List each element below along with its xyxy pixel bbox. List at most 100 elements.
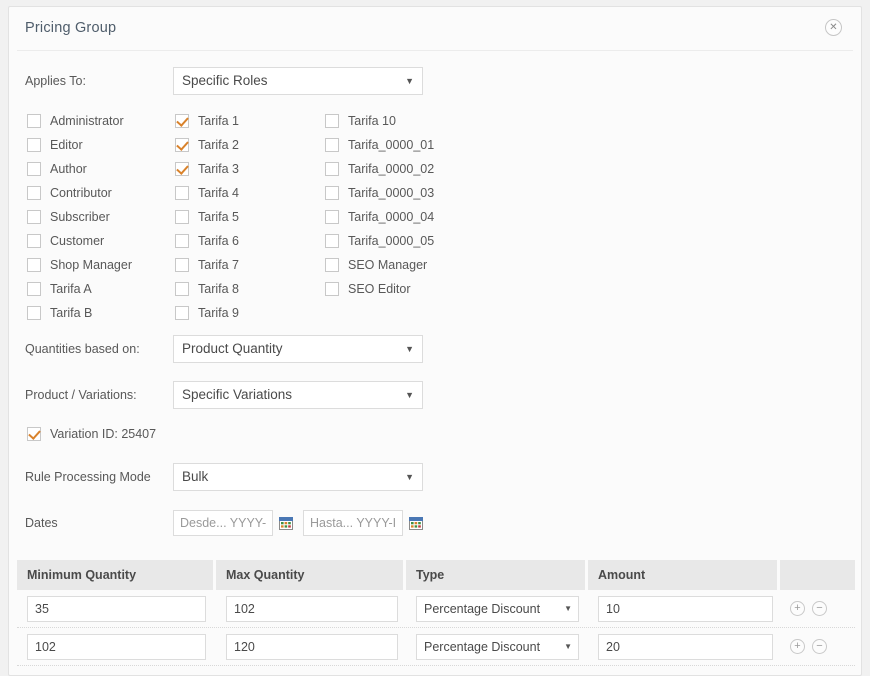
checkbox-icon[interactable] — [325, 162, 339, 176]
cell-amount: 10 — [588, 595, 780, 622]
role-checkbox-item[interactable]: Tarifa 4 — [175, 181, 239, 205]
checkbox-icon[interactable] — [27, 234, 41, 248]
applies-to-value: Specific Roles — [182, 73, 268, 88]
role-checkbox-item[interactable]: Customer — [27, 229, 132, 253]
table-header-row: Minimum Quantity Max Quantity Type Amoun… — [17, 560, 855, 590]
type-select[interactable]: Percentage Discount ▼ — [416, 633, 579, 660]
role-checkbox-item[interactable]: Tarifa 9 — [175, 301, 239, 325]
role-checkbox-item[interactable]: Administrator — [27, 109, 132, 133]
date-from-input[interactable]: Desde... YYYY- — [173, 510, 273, 536]
checkbox-icon[interactable] — [325, 234, 339, 248]
role-checkbox-item[interactable]: Subscriber — [27, 205, 132, 229]
checkbox-icon[interactable] — [27, 282, 41, 296]
role-checkbox-item[interactable]: Tarifa_0000_02 — [325, 157, 434, 181]
variation-id-label: Variation ID: 25407 — [50, 427, 157, 441]
role-label: Tarifa 3 — [198, 162, 239, 176]
role-checkbox-item[interactable]: Author — [27, 157, 132, 181]
min-quantity-input[interactable]: 35 — [27, 595, 206, 622]
checkbox-icon[interactable] — [325, 210, 339, 224]
checkbox-icon[interactable] — [175, 186, 189, 200]
column-header-amount: Amount — [588, 560, 780, 590]
type-select[interactable]: Percentage Discount ▼ — [416, 595, 579, 622]
max-quantity-input[interactable]: 102 — [226, 595, 398, 622]
checkbox-icon[interactable] — [27, 138, 41, 152]
checkbox-icon[interactable] — [175, 234, 189, 248]
checkbox-icon[interactable] — [27, 258, 41, 272]
role-label: Tarifa_0000_03 — [348, 186, 435, 200]
role-checkbox-item[interactable]: Tarifa 2 — [175, 133, 239, 157]
role-checkbox-item[interactable]: Tarifa 6 — [175, 229, 239, 253]
role-checkbox-item[interactable]: Tarifa 10 — [325, 109, 434, 133]
min-quantity-input[interactable]: 102 — [27, 633, 206, 660]
role-checkbox-item[interactable]: Editor — [27, 133, 132, 157]
applies-to-select[interactable]: Specific Roles ▼ — [173, 67, 423, 95]
role-checkbox-item[interactable]: SEO Editor — [325, 277, 434, 301]
dates-fields: Desde... YYYY- Hasta... YYYY-I — [173, 510, 433, 536]
checkbox-icon[interactable] — [325, 282, 339, 296]
page-title: Pricing Group — [25, 20, 117, 36]
role-checkbox-item[interactable]: SEO Manager — [325, 253, 434, 277]
checkbox-icon[interactable] — [325, 186, 339, 200]
column-header-actions — [780, 560, 855, 590]
role-checkbox-item[interactable]: Tarifa_0000_04 — [325, 205, 434, 229]
type-value: Percentage Discount — [424, 639, 541, 654]
cell-max-quantity: 120 — [216, 633, 406, 660]
checkbox-icon[interactable] — [27, 427, 41, 441]
minus-circle-icon[interactable]: − — [812, 601, 827, 616]
date-to-input[interactable]: Hasta... YYYY-I — [303, 510, 403, 536]
role-checkbox-item[interactable]: Tarifa_0000_03 — [325, 181, 434, 205]
checkbox-icon[interactable] — [27, 114, 41, 128]
checkbox-icon[interactable] — [325, 114, 339, 128]
role-label: Tarifa_0000_01 — [348, 138, 435, 152]
role-label: Subscriber — [50, 210, 110, 224]
role-checkbox-item[interactable]: Tarifa B — [27, 301, 132, 325]
role-checkbox-item[interactable]: Tarifa 8 — [175, 277, 239, 301]
calendar-icon[interactable] — [409, 516, 423, 530]
amount-input[interactable]: 20 — [598, 633, 773, 660]
checkbox-icon[interactable] — [175, 162, 189, 176]
checkbox-icon[interactable] — [27, 186, 41, 200]
checkbox-icon[interactable] — [175, 138, 189, 152]
checkbox-icon[interactable] — [325, 258, 339, 272]
checkbox-icon[interactable] — [175, 114, 189, 128]
quantities-based-on-select[interactable]: Product Quantity ▼ — [173, 335, 423, 363]
checkbox-icon[interactable] — [325, 138, 339, 152]
chevron-down-icon: ▼ — [405, 344, 414, 354]
role-checkbox-item[interactable]: Tarifa A — [27, 277, 132, 301]
minus-circle-icon[interactable]: − — [812, 639, 827, 654]
role-label: Tarifa B — [50, 306, 93, 320]
role-label: Tarifa 5 — [198, 210, 239, 224]
role-label: Contributor — [50, 186, 112, 200]
role-checkbox-item[interactable]: Tarifa 3 — [175, 157, 239, 181]
calendar-icon[interactable] — [279, 516, 293, 530]
role-checkbox-item[interactable]: Shop Manager — [27, 253, 132, 277]
role-checkbox-item[interactable]: Tarifa_0000_01 — [325, 133, 434, 157]
cell-amount: 20 — [588, 633, 780, 660]
max-quantity-input[interactable]: 120 — [226, 633, 398, 660]
checkbox-icon[interactable] — [27, 162, 41, 176]
role-checkbox-item[interactable]: Tarifa_0000_05 — [325, 229, 434, 253]
plus-circle-icon[interactable]: + — [790, 601, 805, 616]
cell-min-quantity: 35 — [17, 595, 216, 622]
plus-circle-icon[interactable]: + — [790, 639, 805, 654]
checkbox-icon[interactable] — [175, 210, 189, 224]
checkbox-icon[interactable] — [175, 258, 189, 272]
product-variations-select[interactable]: Specific Variations ▼ — [173, 381, 423, 409]
rule-processing-mode-select[interactable]: Bulk ▼ — [173, 463, 423, 491]
checkbox-icon[interactable] — [27, 210, 41, 224]
close-icon[interactable]: ✕ — [825, 19, 842, 36]
role-checkbox-item[interactable]: Contributor — [27, 181, 132, 205]
checkbox-icon[interactable] — [175, 306, 189, 320]
role-checkbox-item[interactable]: Tarifa 1 — [175, 109, 239, 133]
role-checkbox-item[interactable]: Tarifa 5 — [175, 205, 239, 229]
role-checkbox-item[interactable]: Tarifa 7 — [175, 253, 239, 277]
amount-input[interactable]: 10 — [598, 595, 773, 622]
checkbox-icon[interactable] — [175, 282, 189, 296]
chevron-down-icon: ▼ — [405, 472, 414, 482]
checkbox-icon[interactable] — [27, 306, 41, 320]
variation-id-row[interactable]: Variation ID: 25407 — [27, 421, 845, 447]
role-label: Tarifa 10 — [348, 114, 396, 128]
role-label: SEO Editor — [348, 282, 411, 296]
column-header-min-quantity: Minimum Quantity — [17, 560, 216, 590]
role-label: Editor — [50, 138, 83, 152]
